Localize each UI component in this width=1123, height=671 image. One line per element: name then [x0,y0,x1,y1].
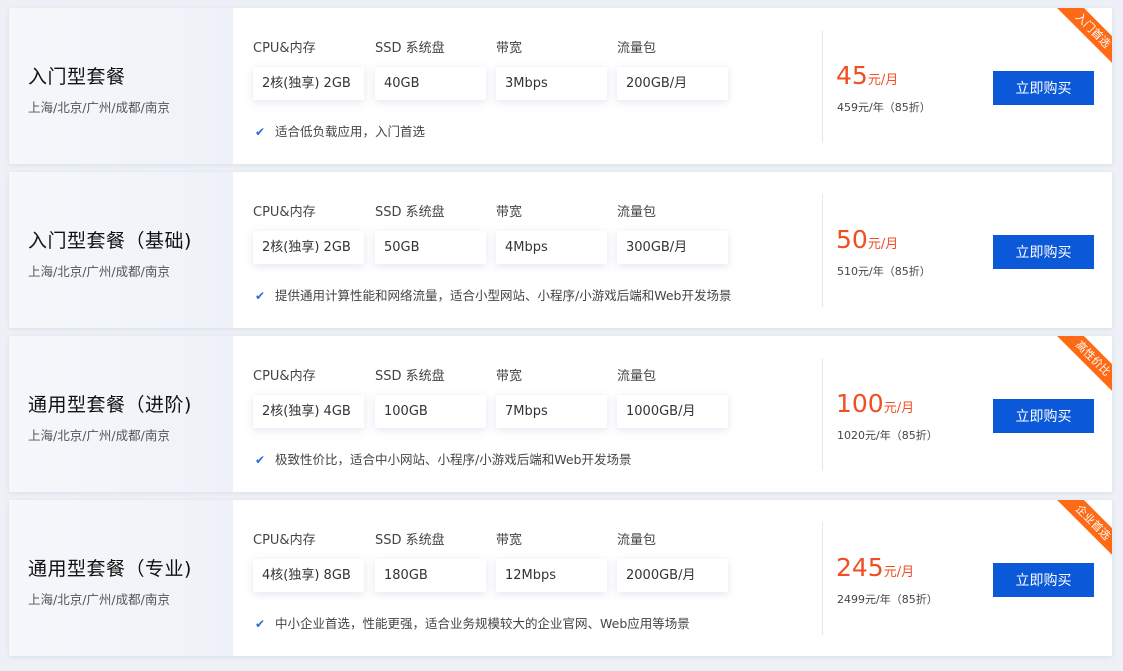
feature-line: ✔ 极致性价比，适合中小网站、小程序/小游戏后端和Web开发场景 [255,449,631,468]
price-amount: 100 [836,389,884,418]
plan-header: 通用型套餐（专业) 上海/北京/广州/成都/南京 [9,500,233,656]
annual-price: 459元/年（85折） [837,101,931,114]
ssd-value: 100GB [375,395,486,428]
bandwidth-value: 3Mbps [496,67,607,100]
plan-card: 通用型套餐（专业) 上海/北京/广州/成都/南京 CPU&内存 SSD 系统盘 … [9,500,1112,656]
bandwidth-label: 带宽 [496,369,523,384]
bandwidth-label: 带宽 [496,533,523,548]
ssd-value: 180GB [375,559,486,592]
traffic-value: 1000GB/月 [617,395,728,428]
cpu-value: 2核(独享) 4GB [253,395,364,428]
bandwidth-label: 带宽 [496,205,523,220]
check-icon: ✔ [255,617,266,631]
divider [822,358,823,471]
plan-regions: 上海/北京/广州/成都/南京 [28,100,170,115]
cpu-label: CPU&内存 [253,369,316,384]
buy-now-button[interactable]: 立即购买 [993,563,1094,597]
feature-text: 中小企业首选，性能更强，适合业务规模较大的企业官网、Web应用等场景 [275,616,690,631]
price-unit: 元/月 [867,73,899,88]
monthly-price: 45元/月 [836,62,898,90]
bandwidth-value: 4Mbps [496,231,607,264]
ssd-label: SSD 系统盘 [375,533,445,548]
feature-text: 提供通用计算性能和网络流量，适合小型网站、小程序/小游戏后端和Web开发场景 [275,288,732,303]
plan-name: 入门型套餐（基础) [28,230,192,252]
badge-text: 入门首选 [1050,8,1112,73]
plan-name: 通用型套餐（专业) [28,558,192,580]
price-amount: 50 [836,225,868,254]
ssd-label: SSD 系统盘 [375,205,445,220]
feature-text: 适合低负载应用，入门首选 [275,124,426,139]
plan-header: 通用型套餐（进阶) 上海/北京/广州/成都/南京 [9,336,233,492]
monthly-price: 245元/月 [836,554,914,582]
feature-line: ✔ 适合低负载应用，入门首选 [255,121,425,140]
cpu-label: CPU&内存 [253,205,316,220]
badge-ribbon: 企业首选 [1045,500,1112,567]
bandwidth-label: 带宽 [496,41,523,56]
price-amount: 45 [836,61,868,90]
cpu-label: CPU&内存 [253,533,316,548]
plan-regions: 上海/北京/广州/成都/南京 [28,592,170,607]
badge-ribbon: 入门首选 [1045,8,1112,75]
plan-regions: 上海/北京/广州/成都/南京 [28,428,170,443]
feature-line: ✔ 中小企业首选，性能更强，适合业务规模较大的企业官网、Web应用等场景 [255,613,690,632]
plan-card: 入门型套餐（基础) 上海/北京/广州/成都/南京 CPU&内存 SSD 系统盘 … [9,172,1112,328]
monthly-price: 100元/月 [836,390,914,418]
plan-card: 通用型套餐（进阶) 上海/北京/广州/成都/南京 CPU&内存 SSD 系统盘 … [9,336,1112,492]
traffic-label: 流量包 [617,369,657,384]
cpu-label: CPU&内存 [253,41,316,56]
badge-text: 高性价比 [1050,336,1112,401]
price-unit: 元/月 [867,237,899,252]
divider [822,194,823,307]
annual-price: 1020元/年（85折） [837,429,938,442]
ssd-value: 40GB [375,67,486,100]
divider [822,30,823,143]
check-icon: ✔ [255,125,266,139]
price-unit: 元/月 [883,401,915,416]
badge-text: 企业首选 [1050,500,1112,565]
annual-price: 510元/年（85折） [837,265,931,278]
cpu-value: 2核(独享) 2GB [253,67,364,100]
ssd-value: 50GB [375,231,486,264]
annual-price: 2499元/年（85折） [837,593,938,606]
traffic-value: 2000GB/月 [617,559,728,592]
bandwidth-value: 12Mbps [496,559,607,592]
traffic-value: 300GB/月 [617,231,728,264]
cpu-value: 2核(独享) 2GB [253,231,364,264]
divider [822,522,823,635]
plan-name: 入门型套餐 [28,66,126,88]
price-unit: 元/月 [883,565,915,580]
price-amount: 245 [836,553,884,582]
monthly-price: 50元/月 [836,226,898,254]
traffic-label: 流量包 [617,533,657,548]
ssd-label: SSD 系统盘 [375,41,445,56]
cpu-value: 4核(独享) 8GB [253,559,364,592]
badge-ribbon: 高性价比 [1045,336,1112,403]
plan-regions: 上海/北京/广州/成都/南京 [28,264,170,279]
bandwidth-value: 7Mbps [496,395,607,428]
buy-now-button[interactable]: 立即购买 [993,71,1094,105]
traffic-label: 流量包 [617,41,657,56]
feature-text: 极致性价比，适合中小网站、小程序/小游戏后端和Web开发场景 [275,452,632,467]
check-icon: ✔ [255,289,266,303]
check-icon: ✔ [255,453,266,467]
traffic-label: 流量包 [617,205,657,220]
buy-now-button[interactable]: 立即购买 [993,399,1094,433]
plan-card: 入门型套餐 上海/北京/广州/成都/南京 CPU&内存 SSD 系统盘 带宽 流… [9,8,1112,164]
traffic-value: 200GB/月 [617,67,728,100]
ssd-label: SSD 系统盘 [375,369,445,384]
buy-now-button[interactable]: 立即购买 [993,235,1094,269]
plan-header: 入门型套餐 上海/北京/广州/成都/南京 [9,8,233,164]
plan-name: 通用型套餐（进阶) [28,394,192,416]
plan-header: 入门型套餐（基础) 上海/北京/广州/成都/南京 [9,172,233,328]
feature-line: ✔ 提供通用计算性能和网络流量，适合小型网站、小程序/小游戏后端和Web开发场景 [255,285,731,304]
